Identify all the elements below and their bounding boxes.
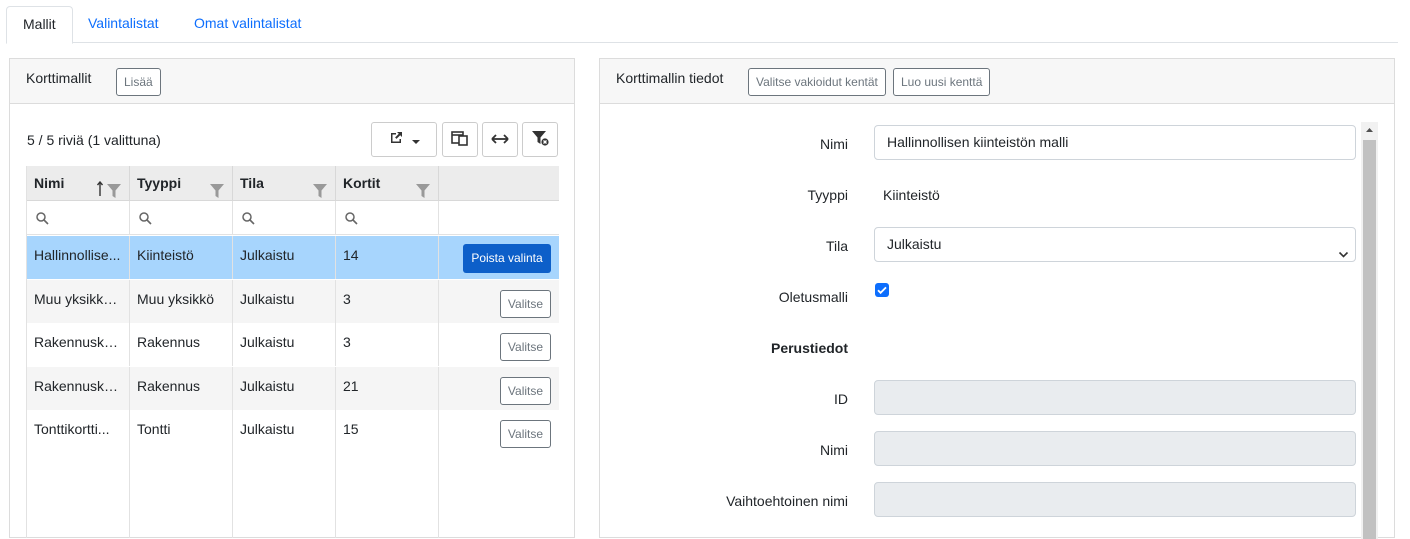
chevron-down-icon xyxy=(412,132,420,148)
column-header-kortit[interactable]: Kortit xyxy=(336,166,439,201)
default-template-checkbox[interactable] xyxy=(875,283,889,297)
cell-kortit: 14 xyxy=(336,236,439,279)
select-button[interactable]: Valitse xyxy=(500,333,551,361)
column-header-tila[interactable]: Tila xyxy=(233,166,336,201)
cell-nimi: Hallinnollise... xyxy=(27,236,130,279)
field-label-oletusmalli: Oletusmalli xyxy=(778,289,848,305)
column-divider xyxy=(129,453,130,538)
column-header-label: Tila xyxy=(240,175,264,191)
row-count: 5 / 5 riviä (1 valittuna) xyxy=(27,132,161,148)
column-divider xyxy=(335,453,336,538)
select-button[interactable]: Valitse xyxy=(500,377,551,405)
templates-panel-header: Korttimallit Lisää xyxy=(10,59,574,104)
column-divider xyxy=(232,453,233,538)
field-label-nimi: Nimi xyxy=(820,136,848,152)
cell-nimi: Rakennusko... xyxy=(27,367,130,410)
cell-tila: Julkaistu xyxy=(233,367,336,410)
scroll-up-icon[interactable] xyxy=(1361,122,1378,139)
table-row[interactable]: Hallinnollise... Kiinteistö Julkaistu 14… xyxy=(27,236,559,279)
cell-tyyppi: Rakennus xyxy=(130,323,233,366)
column-header-label: Nimi xyxy=(34,175,65,191)
select-button[interactable]: Valitse xyxy=(500,420,551,448)
cell-tila: Julkaistu xyxy=(233,410,336,453)
tab-mallit[interactable]: Mallit xyxy=(6,6,73,44)
deselect-button[interactable]: Poista valinta xyxy=(463,244,551,273)
column-chooser-button[interactable] xyxy=(442,122,478,157)
field-label-id: ID xyxy=(834,391,848,407)
clear-filter-button[interactable] xyxy=(522,122,558,157)
status-select[interactable]: Julkaistu xyxy=(874,227,1356,262)
fit-columns-icon xyxy=(491,132,509,148)
templates-grid: Nimi Tyyppi Tila Kortit Hallinnollise...… xyxy=(26,166,559,538)
alt-name-input xyxy=(874,482,1356,517)
export-icon xyxy=(388,130,404,149)
cell-nimi: Tonttikortti... xyxy=(27,410,130,453)
filter-cell-tyyppi[interactable] xyxy=(130,201,233,235)
template-details-panel: Korttimallin tiedot Valitse vakioidut ke… xyxy=(599,58,1395,539)
template-details-header: Korttimallin tiedot Valitse vakioidut ke… xyxy=(600,59,1394,104)
select-standard-fields-button[interactable]: Valitse vakioidut kentät xyxy=(748,68,886,96)
field-label-nimi-2: Nimi xyxy=(820,442,848,458)
column-header-actions xyxy=(439,166,559,201)
scrollbar-thumb[interactable] xyxy=(1363,140,1376,539)
search-icon xyxy=(139,212,152,228)
column-header-tyyppi[interactable]: Tyyppi xyxy=(130,166,233,201)
template-details-title: Korttimallin tiedot xyxy=(616,70,724,86)
cell-kortit: 3 xyxy=(336,280,439,323)
cell-tyyppi: Muu yksikkö xyxy=(130,280,233,323)
table-row[interactable]: Rakennusko... Rakennus Julkaistu 3 Valit… xyxy=(27,323,559,366)
status-select-value: Julkaistu xyxy=(887,236,942,252)
form-scrollbar[interactable] xyxy=(1361,122,1378,539)
cell-tyyppi: Kiinteistö xyxy=(130,236,233,279)
export-button[interactable] xyxy=(371,122,437,157)
cell-nimi: Rakennusko... xyxy=(27,323,130,366)
search-icon xyxy=(36,212,49,228)
column-chooser-icon xyxy=(451,130,469,149)
column-header-nimi[interactable]: Nimi xyxy=(27,166,130,201)
clear-filter-icon xyxy=(531,130,549,149)
column-divider xyxy=(438,453,439,538)
id-input xyxy=(874,380,1356,415)
field-label-tyyppi: Tyyppi xyxy=(807,187,848,203)
create-new-field-button[interactable]: Luo uusi kenttä xyxy=(893,68,991,96)
column-header-label: Tyyppi xyxy=(137,175,182,191)
search-icon xyxy=(242,212,255,228)
cell-kortit: 21 xyxy=(336,367,439,410)
tab-omat-valintalistat[interactable]: Omat valintalistat xyxy=(178,6,317,43)
search-icon xyxy=(345,212,358,228)
field-label-tila: Tila xyxy=(825,238,848,254)
tab-bar: Mallit Valintalistat Omat valintalistat xyxy=(6,0,1398,44)
table-row[interactable]: Tonttikortti... Tontti Julkaistu 15 Vali… xyxy=(27,410,559,453)
section-heading-perustiedot: Perustiedot xyxy=(770,340,848,356)
cell-kortit: 3 xyxy=(336,323,439,366)
tab-valintalistat[interactable]: Valintalistat xyxy=(72,6,175,43)
basic-name-input xyxy=(874,431,1356,466)
filter-cell-kortit[interactable] xyxy=(336,201,439,235)
templates-panel-title: Korttimallit xyxy=(26,70,92,86)
templates-panel: Korttimallit Lisää 5 / 5 riviä (1 valitt… xyxy=(9,58,575,538)
table-row[interactable]: Muu yksikkö... Muu yksikkö Julkaistu 3 V… xyxy=(27,280,559,323)
chevron-down-icon xyxy=(1338,239,1349,272)
filter-cell-nimi[interactable] xyxy=(27,201,130,235)
fit-columns-button[interactable] xyxy=(482,122,518,157)
cell-tyyppi: Tontti xyxy=(130,410,233,453)
checkmark-icon xyxy=(877,286,887,295)
cell-tyyppi: Rakennus xyxy=(130,367,233,410)
field-label-alt-name: Vaihtoehtoinen nimi xyxy=(726,493,848,509)
cell-kortit: 15 xyxy=(336,410,439,453)
name-input[interactable]: Hallinnollisen kiinteistön malli xyxy=(874,125,1356,160)
table-row[interactable]: Rakennusko... Rakennus Julkaistu 21 Vali… xyxy=(27,367,559,410)
cell-tila: Julkaistu xyxy=(233,236,336,279)
cell-tila: Julkaistu xyxy=(233,323,336,366)
select-button[interactable]: Valitse xyxy=(500,290,551,318)
add-template-button[interactable]: Lisää xyxy=(116,68,161,96)
cell-tila: Julkaistu xyxy=(233,280,336,323)
column-header-label: Kortit xyxy=(343,175,381,191)
filter-cell-actions xyxy=(439,201,559,235)
type-value: Kiinteistö xyxy=(883,187,940,203)
filter-cell-tila[interactable] xyxy=(233,201,336,235)
cell-nimi: Muu yksikkö... xyxy=(27,280,130,323)
